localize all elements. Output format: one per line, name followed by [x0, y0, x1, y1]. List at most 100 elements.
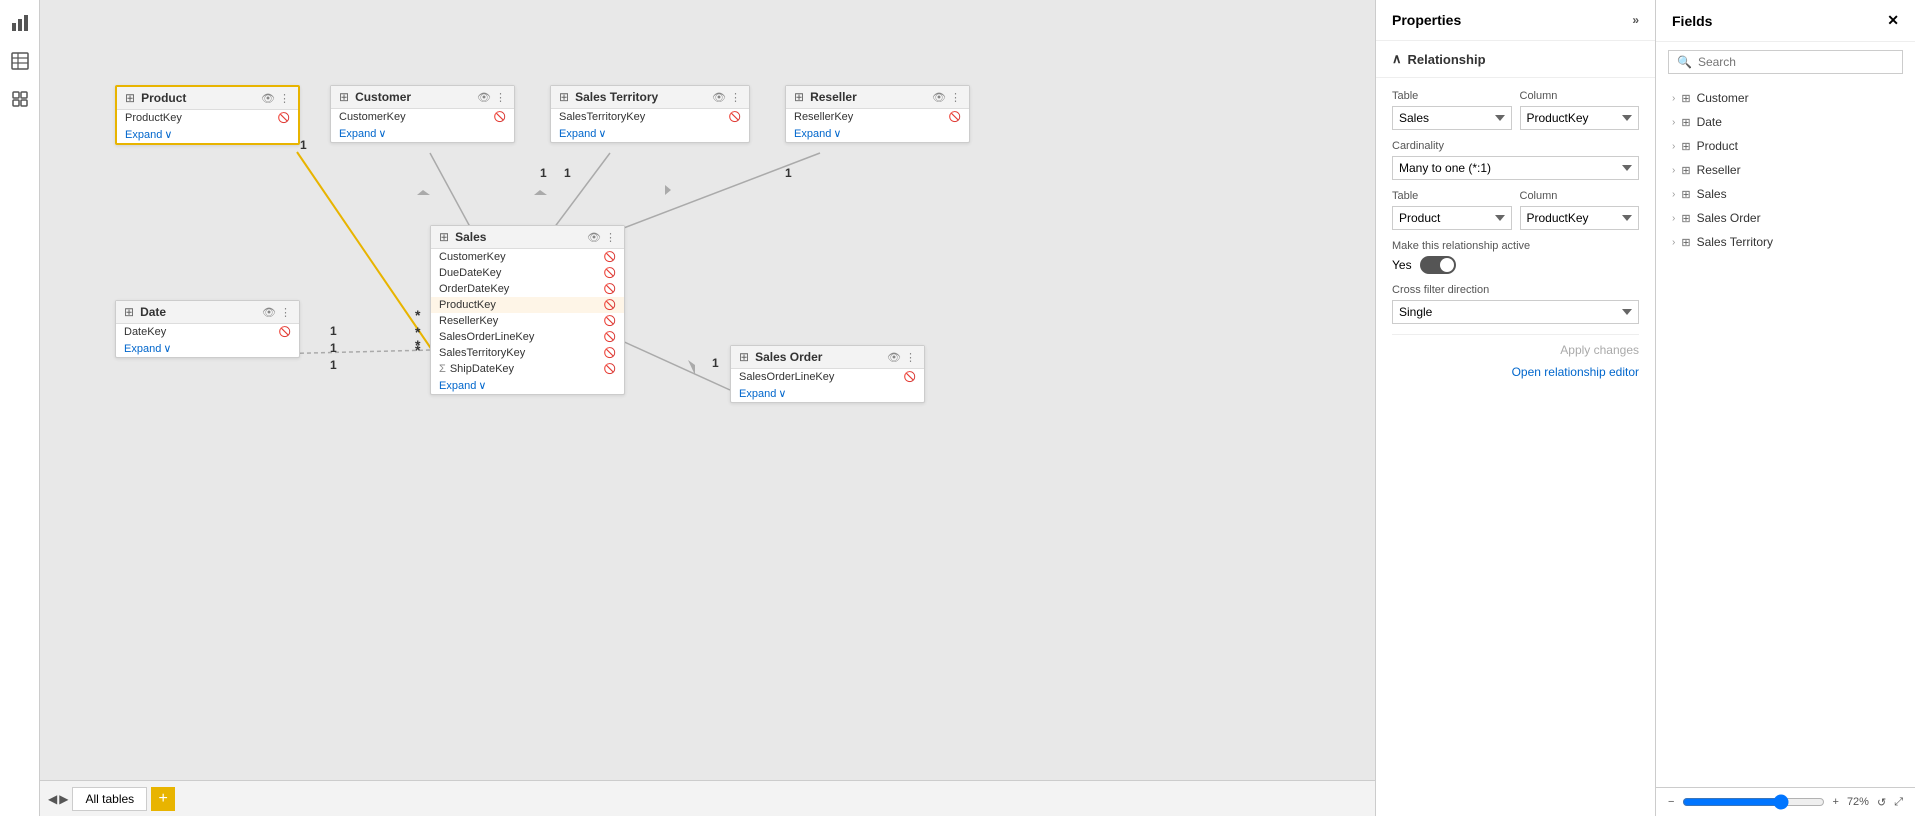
sales-order-table-header[interactable]: ⊞ Sales Order 👁 ⋮ [731, 346, 924, 369]
table1-column1-row: Table Sales Column ProductKey [1392, 90, 1639, 130]
sales-order-eye-icon[interactable]: 👁 [887, 351, 901, 364]
svg-text:*: * [415, 324, 421, 340]
customer-customerkey-label: CustomerKey [339, 111, 406, 123]
search-box[interactable]: 🔍 [1668, 50, 1903, 74]
product-table-header[interactable]: ⊞ Product 👁 ⋮ [117, 87, 298, 110]
customer-table-header[interactable]: ⊞ Customer 👁 ⋮ [331, 86, 514, 109]
sales-row-salesorderlinekey: SalesOrderLineKey 🚫 [431, 329, 624, 345]
field-item-sales[interactable]: › ⊞ Sales [1656, 182, 1915, 206]
field-item-sales-territory[interactable]: › ⊞ Sales Territory [1656, 230, 1915, 254]
add-tab-btn[interactable]: + [151, 787, 175, 811]
sales-territory-table-header[interactable]: ⊞ Sales Territory 👁 ⋮ [551, 86, 749, 109]
customer-more-icon[interactable]: ⋮ [495, 91, 506, 104]
sales-territory-eye-icon[interactable]: 👁 [712, 91, 726, 104]
product-more-icon[interactable]: ⋮ [279, 92, 290, 105]
product-hide-icon[interactable]: 🚫 [278, 113, 290, 124]
sales-expand[interactable]: Expand ∨ [431, 377, 624, 394]
column2-select[interactable]: ProductKey [1520, 206, 1640, 230]
field-item-date[interactable]: › ⊞ Date [1656, 110, 1915, 134]
reseller-table-header[interactable]: ⊞ Reseller 👁 ⋮ [786, 86, 969, 109]
svg-text:1: 1 [330, 341, 337, 355]
sales-order-expand[interactable]: Expand ∨ [731, 385, 924, 402]
reseller-chevron-icon: › [1672, 165, 1675, 176]
sales-order-chevron-icon: › [1672, 213, 1675, 224]
zoom-plus-icon[interactable]: + [1833, 796, 1839, 808]
sales-row-resellerkey: ResellerKey 🚫 [431, 313, 624, 329]
properties-title: Properties [1392, 12, 1461, 28]
product-eye-icon[interactable]: 👁 [261, 92, 275, 105]
customer-hide-icon[interactable]: 🚫 [494, 112, 506, 123]
active-label: Make this relationship active [1392, 240, 1639, 252]
customer-expand[interactable]: Expand ∨ [331, 125, 514, 142]
column1-label: Column [1520, 90, 1640, 102]
sales-chevron-icon: › [1672, 189, 1675, 200]
date-table-header[interactable]: ⊞ Date 👁 ⋮ [116, 301, 299, 324]
bar-chart-icon[interactable] [5, 8, 35, 38]
date-row-key: DateKey 🚫 [116, 324, 299, 340]
date-hide-icon[interactable]: 🚫 [279, 327, 291, 338]
refresh-icon[interactable]: ↺ [1877, 796, 1886, 809]
cross-filter-select[interactable]: Single [1392, 300, 1639, 324]
apply-changes-link: Apply changes [1392, 339, 1639, 361]
svg-text:1: 1 [712, 356, 719, 370]
sales-order-more-icon[interactable]: ⋮ [905, 351, 916, 364]
customer-eye-icon[interactable]: 👁 [477, 91, 491, 104]
layers-icon[interactable] [5, 84, 35, 114]
cardinality-label: Cardinality [1392, 140, 1639, 152]
canvas-area: 1 * 1 * 1 * 1 * 1 1 1 * * * 1 [40, 0, 1375, 816]
field-item-sales-order[interactable]: › ⊞ Sales Order [1656, 206, 1915, 230]
nav-left-btn[interactable]: ◀ [48, 792, 57, 806]
sales-table-header[interactable]: ⊞ Sales 👁 ⋮ [431, 226, 624, 249]
sales-row-orderdatekey: OrderDateKey 🚫 [431, 281, 624, 297]
canvas-content[interactable]: 1 * 1 * 1 * 1 * 1 1 1 * * * 1 [40, 0, 1375, 780]
field-item-reseller[interactable]: › ⊞ Reseller [1656, 158, 1915, 182]
sales-row-productkey: ProductKey 🚫 [431, 297, 624, 313]
cardinality-select[interactable]: Many to one (*:1) [1392, 156, 1639, 180]
reseller-expand[interactable]: Expand ∨ [786, 125, 969, 142]
svg-text:1: 1 [785, 166, 792, 180]
product-expand[interactable]: Expand ∨ [117, 126, 298, 143]
active-toggle-row: Yes [1392, 256, 1639, 274]
date-more-icon[interactable]: ⋮ [280, 306, 291, 319]
table1-select[interactable]: Sales [1392, 106, 1512, 130]
sales-row-duedatekey: DueDateKey 🚫 [431, 265, 624, 281]
all-tables-tab[interactable]: All tables [72, 787, 147, 811]
reseller-table-icon: ⊞ [794, 90, 804, 104]
reseller-more-icon[interactable]: ⋮ [950, 91, 961, 104]
reseller-key-label: ResellerKey [794, 111, 853, 123]
sales-order-field-icon: ⊞ [1681, 212, 1690, 225]
search-input[interactable] [1698, 55, 1894, 69]
sales-territory-more-icon[interactable]: ⋮ [730, 91, 741, 104]
properties-header: Properties » [1376, 0, 1655, 41]
sales-order-row-key: SalesOrderLineKey 🚫 [731, 369, 924, 385]
fields-panel: Fields ✕ 🔍 › ⊞ Customer › ⊞ Date › ⊞ Pro… [1655, 0, 1915, 816]
table-icon[interactable] [5, 46, 35, 76]
sales-eye-icon[interactable]: 👁 [587, 231, 601, 244]
zoom-minus-icon[interactable]: − [1668, 796, 1674, 808]
column1-select[interactable]: ProductKey [1520, 106, 1640, 130]
divider [1392, 334, 1639, 335]
field-item-product[interactable]: › ⊞ Product [1656, 134, 1915, 158]
date-eye-icon[interactable]: 👁 [262, 306, 276, 319]
product-chevron-icon: › [1672, 141, 1675, 152]
fields-close-icon[interactable]: ✕ [1887, 12, 1899, 29]
sales-more-icon[interactable]: ⋮ [605, 231, 616, 244]
sales-territory-expand[interactable]: Expand ∨ [551, 125, 749, 142]
sales-territory-hide-icon[interactable]: 🚫 [729, 112, 741, 123]
column2-group: Column ProductKey [1520, 190, 1640, 230]
date-expand[interactable]: Expand ∨ [116, 340, 299, 357]
relationship-chevron-up[interactable]: ∧ [1392, 51, 1402, 67]
product-table-name: Product [141, 91, 186, 105]
expand-icon[interactable]: ⤢ [1894, 796, 1903, 809]
open-editor-link[interactable]: Open relationship editor [1392, 361, 1639, 383]
customer-chevron-icon: › [1672, 93, 1675, 104]
table2-select[interactable]: Product [1392, 206, 1512, 230]
field-item-customer[interactable]: › ⊞ Customer [1656, 86, 1915, 110]
reseller-hide-icon[interactable]: 🚫 [949, 112, 961, 123]
collapse-icon[interactable]: » [1632, 13, 1639, 27]
nav-right-btn[interactable]: ▶ [59, 792, 68, 806]
zoom-slider[interactable] [1682, 794, 1824, 810]
active-toggle-switch[interactable] [1420, 256, 1456, 274]
reseller-eye-icon[interactable]: 👁 [932, 91, 946, 104]
date-table-icon: ⊞ [124, 305, 134, 319]
